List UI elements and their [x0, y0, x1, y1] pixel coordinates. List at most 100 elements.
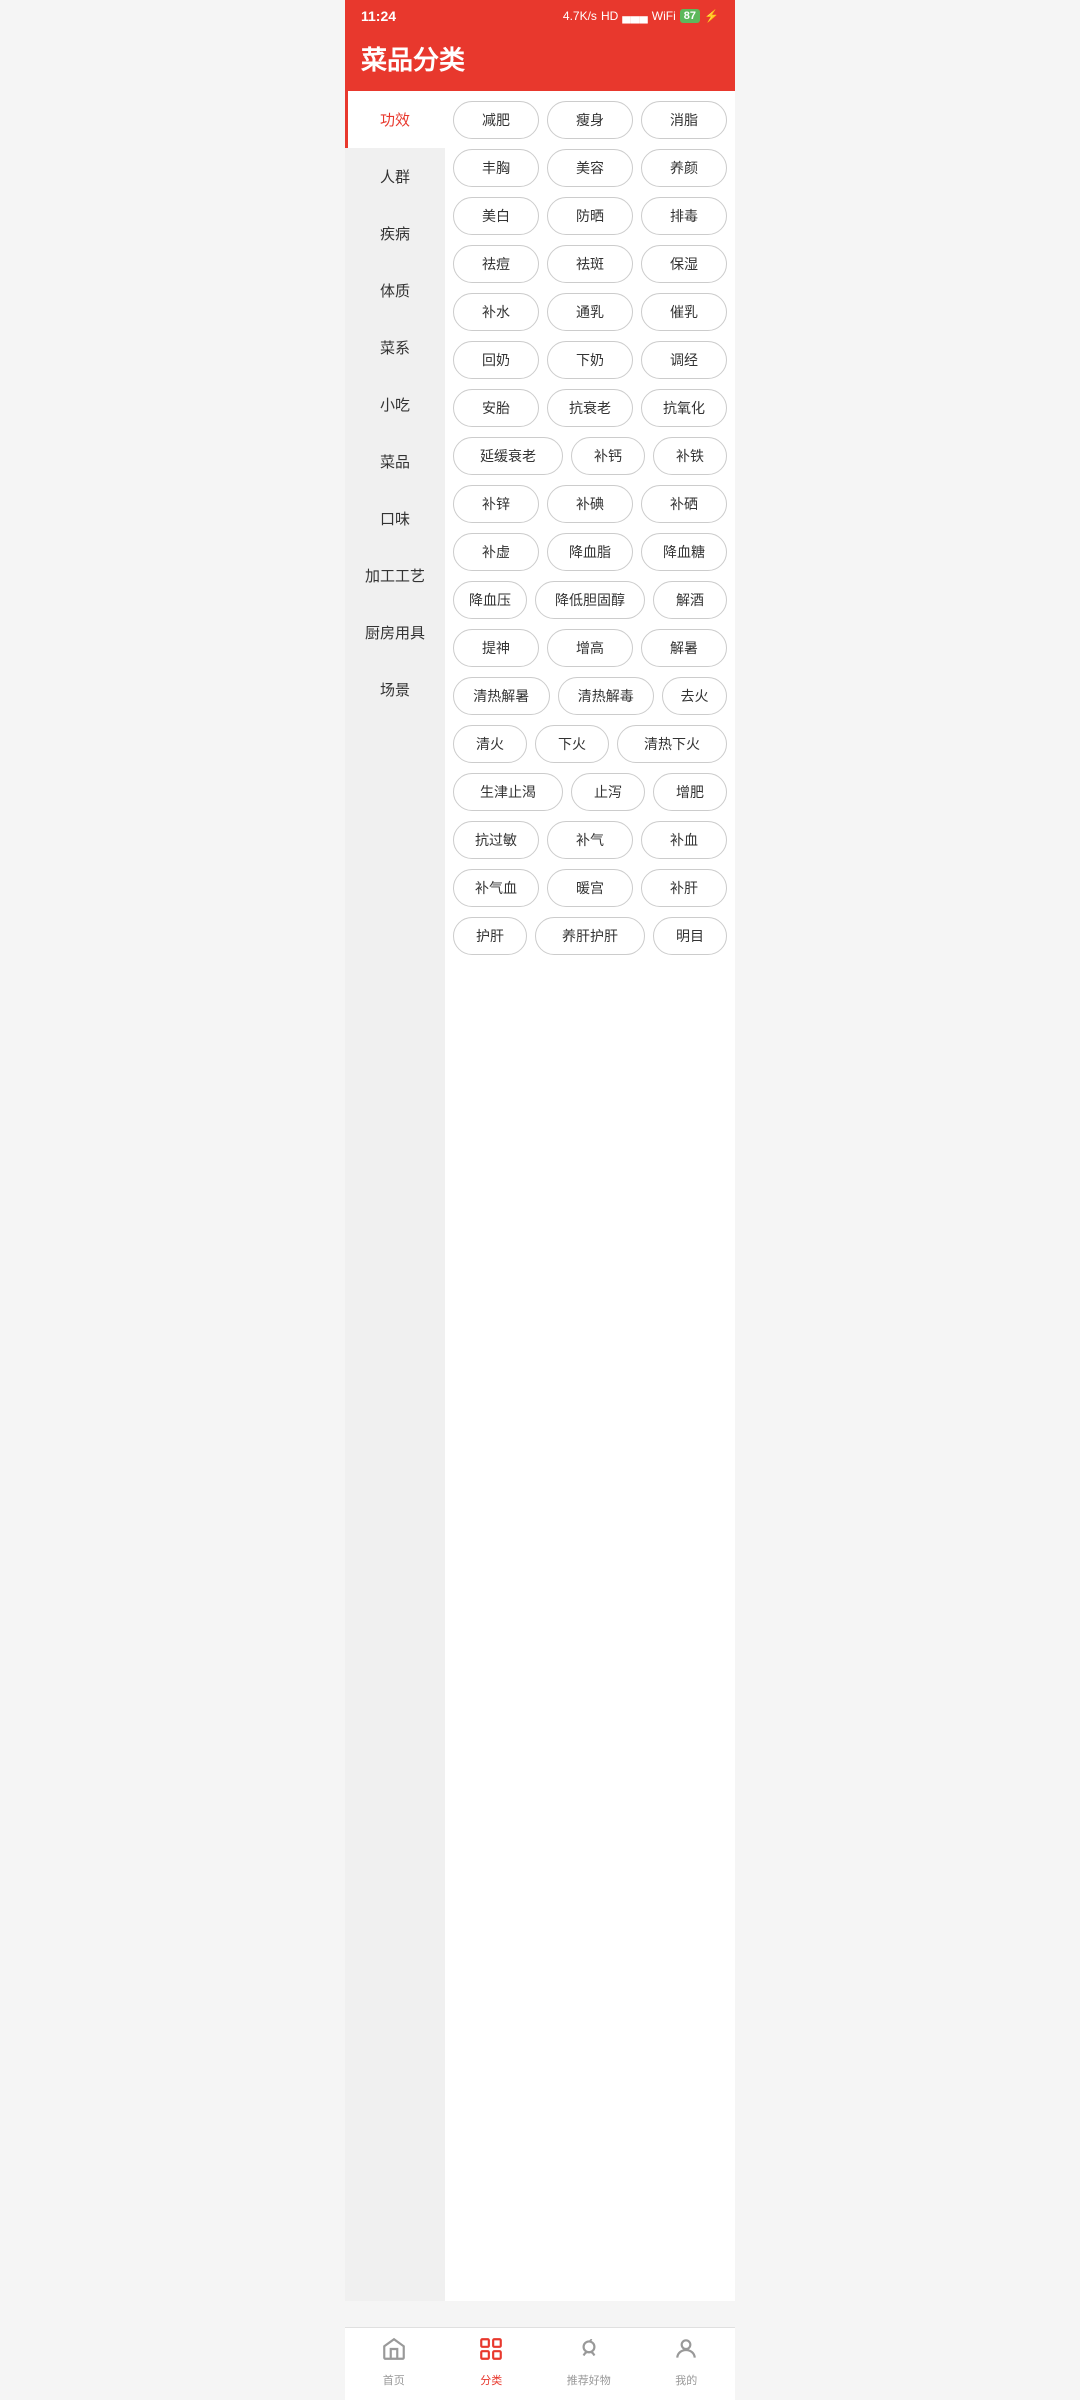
tags-row-8: 补锌补碘补硒 — [453, 485, 727, 523]
tag-通乳[interactable]: 通乳 — [547, 293, 633, 331]
tag-去火[interactable]: 去火 — [662, 677, 727, 715]
sidebar-item-caixi[interactable]: 菜系 — [345, 319, 445, 376]
tag-补血[interactable]: 补血 — [641, 821, 727, 859]
tags-row-1: 丰胸美容养颜 — [453, 149, 727, 187]
nav-label-home: 首页 — [383, 2372, 405, 2388]
tags-row-16: 补气血暖宫补肝 — [453, 869, 727, 907]
tag-丰胸[interactable]: 丰胸 — [453, 149, 539, 187]
bottom-nav: 首页 分类 推荐好物 我的 — [345, 2327, 735, 2400]
tag-清热解暑[interactable]: 清热解暑 — [453, 677, 550, 715]
sidebar-item-kouwei[interactable]: 口味 — [345, 490, 445, 547]
tag-生津止渴[interactable]: 生津止渴 — [453, 773, 563, 811]
tags-row-13: 清火下火清热下火 — [453, 725, 727, 763]
tags-row-11: 提神增高解暑 — [453, 629, 727, 667]
tag-清热解毒[interactable]: 清热解毒 — [558, 677, 655, 715]
tag-安胎[interactable]: 安胎 — [453, 389, 539, 427]
sidebar-item-xiaochi[interactable]: 小吃 — [345, 376, 445, 433]
tag-瘦身[interactable]: 瘦身 — [547, 101, 633, 139]
tag-下火[interactable]: 下火 — [535, 725, 609, 763]
tag-养肝护肝[interactable]: 养肝护肝 — [535, 917, 645, 955]
nav-item-home[interactable]: 首页 — [345, 2336, 443, 2388]
tag-回奶[interactable]: 回奶 — [453, 341, 539, 379]
main-content: 功效 人群 疾病 体质 菜系 小吃 菜品 口味 加工工艺 厨房用具 场景 减肥瘦… — [345, 91, 735, 2301]
battery-charging-icon: ⚡ — [704, 9, 719, 23]
nav-label-mine: 我的 — [675, 2372, 697, 2388]
tag-增高[interactable]: 增高 — [547, 629, 633, 667]
category-icon — [478, 2336, 504, 2369]
tag-补气[interactable]: 补气 — [547, 821, 633, 859]
tag-降血糖[interactable]: 降血糖 — [641, 533, 727, 571]
tag-补肝[interactable]: 补肝 — [641, 869, 727, 907]
tag-清火[interactable]: 清火 — [453, 725, 527, 763]
status-time: 11:24 — [361, 8, 396, 24]
tags-row-5: 回奶下奶调经 — [453, 341, 727, 379]
tags-row-15: 抗过敏补气补血 — [453, 821, 727, 859]
signal-icon: ▄▄▄ — [622, 9, 648, 23]
tag-保湿[interactable]: 保湿 — [641, 245, 727, 283]
nav-item-recommend[interactable]: 推荐好物 — [540, 2336, 638, 2388]
tag-补水[interactable]: 补水 — [453, 293, 539, 331]
tags-row-12: 清热解暑清热解毒去火 — [453, 677, 727, 715]
tags-row-14: 生津止渴止泻增肥 — [453, 773, 727, 811]
tag-催乳[interactable]: 催乳 — [641, 293, 727, 331]
tag-延缓衰老[interactable]: 延缓衰老 — [453, 437, 563, 475]
network-type-icon: HD — [601, 9, 618, 23]
tag-止泻[interactable]: 止泻 — [571, 773, 645, 811]
tag-调经[interactable]: 调经 — [641, 341, 727, 379]
tag-降低胆固醇[interactable]: 降低胆固醇 — [535, 581, 645, 619]
tag-清热下火[interactable]: 清热下火 — [617, 725, 727, 763]
tag-暖宫[interactable]: 暖宫 — [547, 869, 633, 907]
tag-祛斑[interactable]: 祛斑 — [547, 245, 633, 283]
tag-补碘[interactable]: 补碘 — [547, 485, 633, 523]
tag-排毒[interactable]: 排毒 — [641, 197, 727, 235]
tag-补虚[interactable]: 补虚 — [453, 533, 539, 571]
home-icon — [381, 2336, 407, 2369]
page-title: 菜品分类 — [361, 40, 719, 77]
tag-抗过敏[interactable]: 抗过敏 — [453, 821, 539, 859]
tags-row-10: 降血压降低胆固醇解酒 — [453, 581, 727, 619]
tag-美白[interactable]: 美白 — [453, 197, 539, 235]
sidebar-item-gonxiao[interactable]: 功效 — [345, 91, 445, 148]
tag-明目[interactable]: 明目 — [653, 917, 727, 955]
tag-提神[interactable]: 提神 — [453, 629, 539, 667]
tags-row-9: 补虚降血脂降血糖 — [453, 533, 727, 571]
nav-label-recommend: 推荐好物 — [567, 2372, 611, 2388]
tag-补铁[interactable]: 补铁 — [653, 437, 727, 475]
tags-row-7: 延缓衰老补钙补铁 — [453, 437, 727, 475]
tags-row-0: 减肥瘦身消脂 — [453, 101, 727, 139]
tag-消脂[interactable]: 消脂 — [641, 101, 727, 139]
tag-抗氧化[interactable]: 抗氧化 — [641, 389, 727, 427]
nav-item-mine[interactable]: 我的 — [638, 2336, 736, 2388]
tag-祛痘[interactable]: 祛痘 — [453, 245, 539, 283]
sidebar: 功效 人群 疾病 体质 菜系 小吃 菜品 口味 加工工艺 厨房用具 场景 — [345, 91, 445, 2301]
tag-补硒[interactable]: 补硒 — [641, 485, 727, 523]
sidebar-item-jibing[interactable]: 疾病 — [345, 205, 445, 262]
tag-抗衰老[interactable]: 抗衰老 — [547, 389, 633, 427]
sidebar-item-jiagong[interactable]: 加工工艺 — [345, 547, 445, 604]
tag-补锌[interactable]: 补锌 — [453, 485, 539, 523]
page-header: 菜品分类 — [345, 30, 735, 91]
tag-下奶[interactable]: 下奶 — [547, 341, 633, 379]
sidebar-item-renqun[interactable]: 人群 — [345, 148, 445, 205]
tag-补气血[interactable]: 补气血 — [453, 869, 539, 907]
tag-增肥[interactable]: 增肥 — [653, 773, 727, 811]
status-bar: 11:24 4.7K/s HD ▄▄▄ WiFi 87 ⚡ — [345, 0, 735, 30]
sidebar-item-tizhi[interactable]: 体质 — [345, 262, 445, 319]
tag-美容[interactable]: 美容 — [547, 149, 633, 187]
battery-badge: 87 — [680, 9, 700, 23]
tag-降血脂[interactable]: 降血脂 — [547, 533, 633, 571]
tag-补钙[interactable]: 补钙 — [571, 437, 645, 475]
status-right: 4.7K/s HD ▄▄▄ WiFi 87 ⚡ — [563, 9, 719, 23]
tag-护肝[interactable]: 护肝 — [453, 917, 527, 955]
tag-降血压[interactable]: 降血压 — [453, 581, 527, 619]
sidebar-item-chufang[interactable]: 厨房用具 — [345, 604, 445, 661]
recommend-icon — [576, 2336, 602, 2369]
tag-解暑[interactable]: 解暑 — [641, 629, 727, 667]
tag-养颜[interactable]: 养颜 — [641, 149, 727, 187]
tag-防晒[interactable]: 防晒 — [547, 197, 633, 235]
sidebar-item-caipin[interactable]: 菜品 — [345, 433, 445, 490]
tag-减肥[interactable]: 减肥 — [453, 101, 539, 139]
sidebar-item-changjing[interactable]: 场景 — [345, 661, 445, 718]
nav-item-category[interactable]: 分类 — [443, 2336, 541, 2388]
tag-解酒[interactable]: 解酒 — [653, 581, 727, 619]
